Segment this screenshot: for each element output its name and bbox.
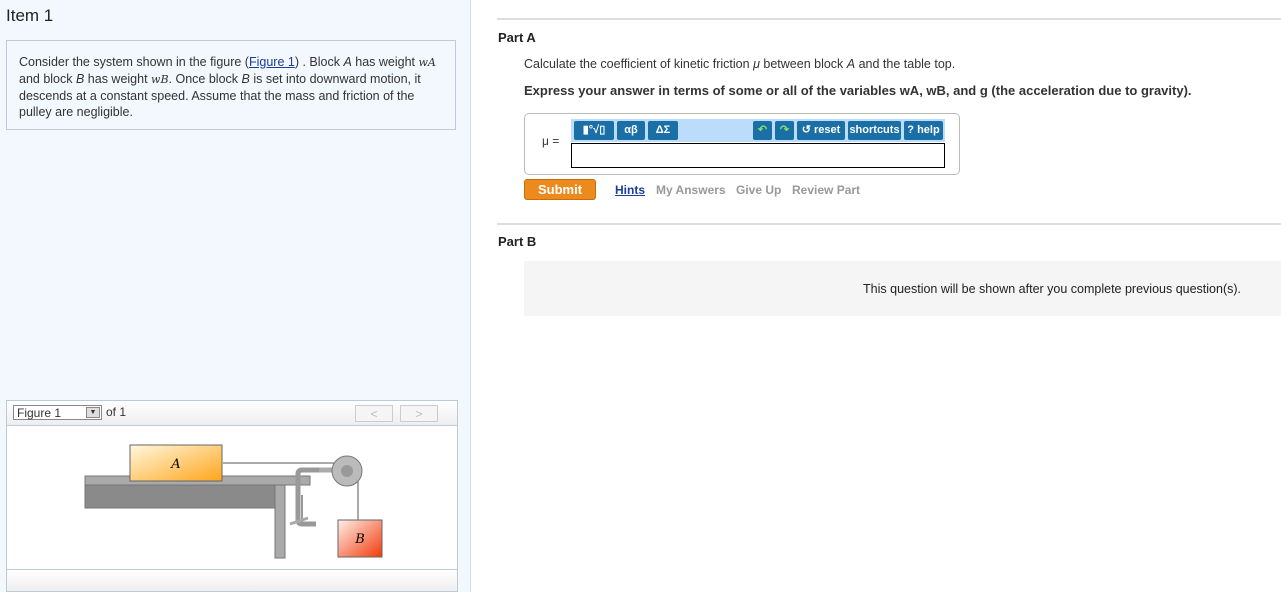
figure-count: of 1 — [106, 405, 127, 419]
part-a-instruction: Express your answer in terms of some or … — [524, 83, 1192, 98]
var-mu: μ — [753, 57, 760, 71]
text: Consider the system shown in the figure … — [19, 55, 249, 69]
var-wa: wA — [418, 56, 436, 69]
give-up-link[interactable]: Give Up — [736, 183, 781, 197]
reset-button[interactable]: ↺ reset — [797, 121, 845, 140]
next-figure-button[interactable]: > — [400, 405, 438, 422]
figure-select[interactable]: Figure 1 ▼ — [13, 405, 102, 420]
answer-label: μ = — [542, 134, 560, 148]
text: and block — [19, 72, 76, 86]
pulley-hub — [341, 465, 353, 477]
question-text: Consider the system shown in the figure … — [6, 40, 456, 130]
part-b-title: Part B — [498, 234, 537, 249]
math-toolbar: ▮°√▯ αβ ΔΣ ↶ ↷ ↺ reset shortcuts ? help — [571, 119, 945, 142]
chevron-down-icon: ▼ — [86, 407, 100, 418]
part-b-locked-box: This question will be shown after you co… — [524, 261, 1281, 316]
text: between block — [759, 57, 847, 71]
divider — [497, 18, 1281, 20]
templates-button[interactable]: ▮°√▯ — [574, 121, 614, 140]
var-a: A — [846, 57, 856, 71]
figure-header: Figure 1 ▼ of 1 < > — [7, 401, 457, 426]
var-a: A — [343, 55, 352, 69]
text: Calculate the coefficient of kinetic fri… — [524, 57, 754, 71]
answer-box: μ = ▮°√▯ αβ ΔΣ ↶ ↷ ↺ reset shortcuts ? h… — [524, 113, 960, 175]
part-b-message: This question will be shown after you co… — [863, 282, 1241, 296]
text: ) . Block — [294, 55, 344, 69]
part-a-question: Calculate the coefficient of kinetic fri… — [524, 57, 955, 71]
part-a-title: Part A — [498, 30, 536, 45]
greek-button[interactable]: αβ — [617, 121, 645, 140]
symbols-button[interactable]: ΔΣ — [648, 121, 678, 140]
undo-button[interactable]: ↶ — [753, 121, 772, 140]
text: . Once block — [168, 72, 242, 86]
text: has weight — [84, 72, 152, 86]
divider — [497, 223, 1281, 225]
left-panel: Item 1 Consider the system shown in the … — [0, 0, 471, 592]
var-wb: wB — [151, 73, 169, 86]
hints-link[interactable]: Hints — [615, 183, 645, 197]
pulley-diagram: A B — [84, 444, 383, 559]
table-leg — [274, 484, 286, 559]
redo-button[interactable]: ↷ — [775, 121, 794, 140]
prev-figure-button[interactable]: < — [355, 405, 393, 422]
shortcuts-button[interactable]: shortcuts — [848, 121, 901, 140]
figure-select-value: Figure 1 — [17, 406, 62, 420]
text: has weight — [351, 55, 419, 69]
figure-footer — [7, 569, 457, 591]
text: and the table top. — [855, 57, 956, 71]
answer-input[interactable] — [571, 143, 945, 168]
help-button[interactable]: ? help — [904, 121, 943, 140]
my-answers-link[interactable]: My Answers — [656, 183, 726, 197]
table-apron — [84, 484, 276, 509]
review-part-link[interactable]: Review Part — [792, 183, 860, 197]
figure-panel: Figure 1 ▼ of 1 < > A B — [6, 400, 458, 592]
block-a-label: A — [170, 457, 180, 472]
figure-link[interactable]: Figure 1 — [249, 55, 295, 69]
block-b-label: B — [354, 532, 365, 547]
submit-button[interactable]: Submit — [524, 179, 596, 200]
var-b: B — [241, 72, 250, 86]
item-title: Item 1 — [6, 6, 54, 25]
